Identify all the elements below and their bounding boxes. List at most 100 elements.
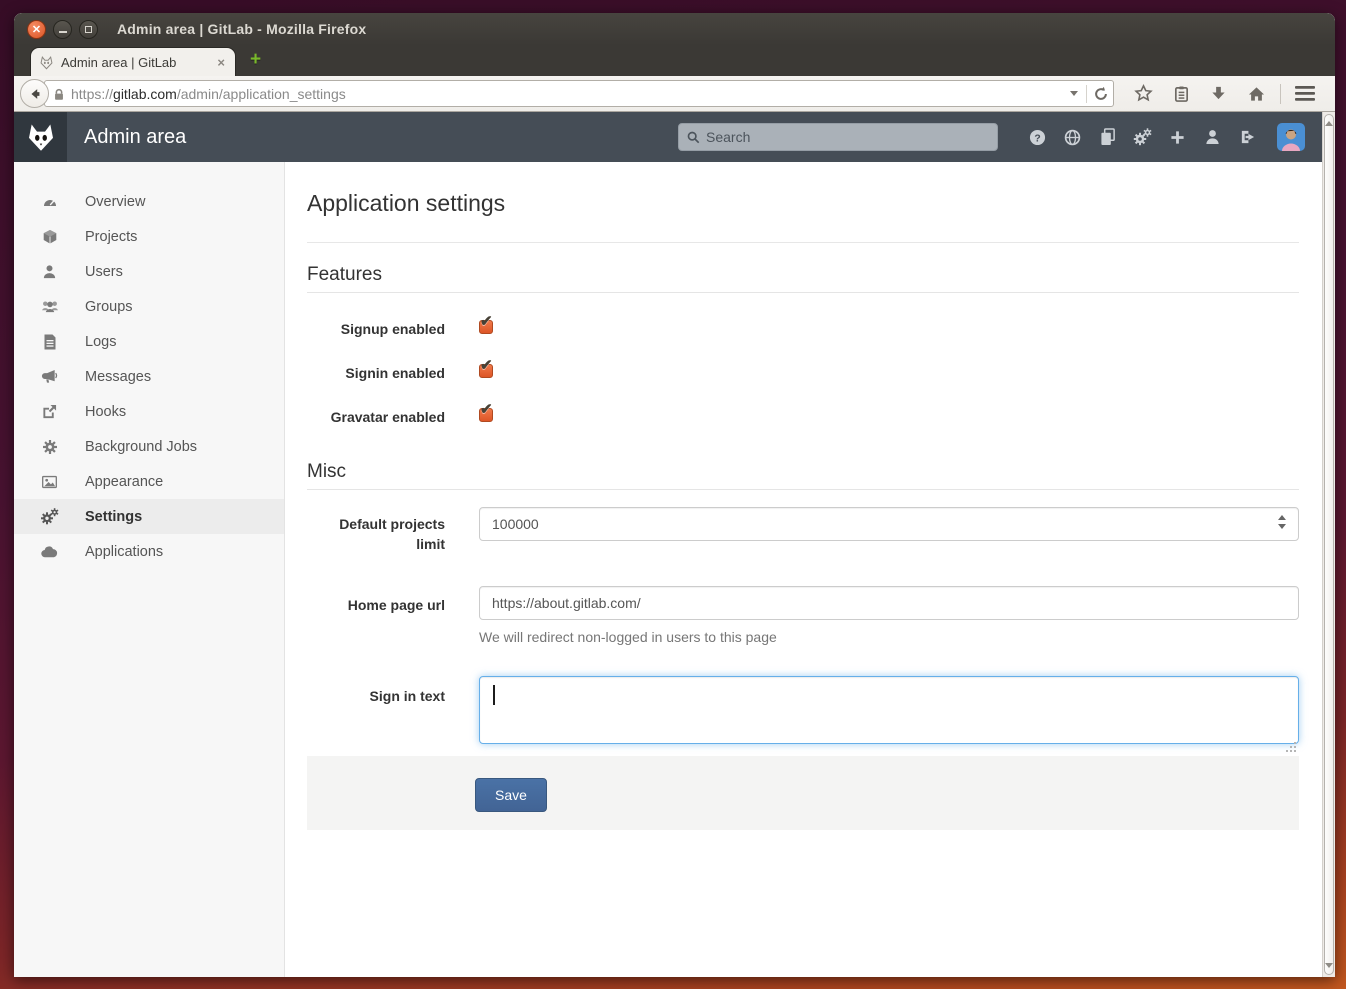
sidebar-item-groups[interactable]: Groups — [14, 289, 284, 324]
field-label: Default projects limit — [307, 507, 445, 555]
back-button[interactable] — [20, 79, 49, 108]
spinner-down-icon[interactable] — [1278, 524, 1286, 529]
svg-text:?: ? — [1034, 133, 1040, 144]
admin-sidebar: Overview Projects Users Groups Logs — [14, 162, 285, 977]
external-link-icon — [14, 404, 85, 419]
spinner-up-icon[interactable] — [1278, 515, 1286, 520]
check-icon: ✔ — [480, 400, 493, 418]
new-project-plus-icon[interactable] — [1160, 130, 1195, 145]
sidebar-item-users[interactable]: Users — [14, 254, 284, 289]
section-title-misc: Misc — [307, 461, 1299, 490]
toolbar-icons — [1124, 84, 1325, 104]
number-spinner[interactable] — [1278, 515, 1289, 529]
form-actions-bar: Save — [307, 756, 1299, 830]
home-icon[interactable] — [1237, 85, 1276, 102]
window-close-button[interactable]: ✕ — [27, 20, 46, 39]
window-maximize-button[interactable] — [79, 20, 98, 39]
section-title-features: Features — [307, 264, 1299, 293]
save-button[interactable]: Save — [475, 778, 547, 812]
home-page-url-input[interactable] — [479, 586, 1299, 620]
avatar[interactable] — [1277, 123, 1305, 151]
url-domain: gitlab.com — [113, 86, 177, 102]
cloud-icon — [14, 546, 85, 558]
file-text-icon — [14, 334, 85, 350]
default-projects-limit-input[interactable] — [479, 507, 1299, 541]
sidebar-item-label: Messages — [85, 369, 151, 385]
divider — [1280, 84, 1281, 104]
signin-enabled-checkbox[interactable]: ✔ — [479, 364, 493, 378]
sidebar-item-applications[interactable]: Applications — [14, 534, 284, 569]
url-scheme: https:// — [71, 86, 113, 102]
scroll-down-icon[interactable] — [1325, 963, 1333, 968]
search-input[interactable] — [706, 129, 989, 145]
menu-hamburger-icon[interactable] — [1285, 86, 1325, 101]
window-minimize-button[interactable] — [53, 20, 72, 39]
navigation-toolbar: https://gitlab.com/admin/application_set… — [14, 76, 1335, 112]
search-box[interactable] — [678, 123, 998, 151]
sidebar-item-label: Applications — [85, 544, 163, 560]
lock-icon — [52, 87, 66, 102]
sidebar-item-label: Logs — [85, 334, 116, 350]
group-icon — [14, 299, 85, 314]
profile-user-icon[interactable] — [1195, 129, 1230, 145]
browser-tab[interactable]: Admin area | GitLab × — [30, 47, 236, 76]
new-tab-button[interactable]: + — [250, 49, 261, 71]
vertical-scrollbar[interactable] — [1322, 112, 1335, 977]
sidebar-item-settings[interactable]: Settings — [14, 499, 284, 534]
field-label: Signup enabled — [307, 319, 445, 363]
tab-strip: Admin area | GitLab × + — [14, 45, 1335, 76]
main-content: Application settings Features Signup ena… — [285, 190, 1322, 830]
url-path: /admin/application_settings — [177, 86, 346, 102]
sidebar-item-projects[interactable]: Projects — [14, 219, 284, 254]
sidebar-item-appearance[interactable]: Appearance — [14, 464, 284, 499]
admin-gears-icon[interactable] — [1125, 128, 1160, 146]
cog-icon — [14, 439, 85, 455]
sidebar-item-label: Background Jobs — [85, 439, 197, 455]
form-row-gravatar-enabled: Gravatar enabled ✔ — [307, 407, 1299, 451]
dashboard-icon — [14, 194, 85, 210]
check-icon: ✔ — [480, 356, 493, 374]
sidebar-item-logs[interactable]: Logs — [14, 324, 284, 359]
search-icon — [687, 131, 700, 144]
help-icon[interactable]: ? — [1020, 129, 1055, 146]
tab-favicon-gitlab-fox-icon — [39, 55, 54, 70]
user-icon — [14, 264, 85, 279]
check-icon: ✔ — [480, 312, 493, 330]
scroll-up-icon[interactable] — [1325, 121, 1333, 126]
page-title: Application settings — [307, 190, 1299, 217]
form-row-home-page-url: Home page url We will redirect non-logge… — [307, 586, 1299, 645]
sidebar-item-background-jobs[interactable]: Background Jobs — [14, 429, 284, 464]
globe-icon[interactable] — [1055, 129, 1090, 146]
signup-enabled-checkbox[interactable]: ✔ — [479, 320, 493, 334]
firefox-window: ✕ Admin area | GitLab - Mozilla Firefox … — [14, 13, 1335, 977]
sign-out-icon[interactable] — [1230, 129, 1265, 145]
header-icon-group: ? — [1020, 128, 1265, 146]
tab-close-icon[interactable]: × — [215, 55, 227, 70]
field-label: Sign in text — [307, 676, 445, 749]
form-row-signin-enabled: Signin enabled ✔ — [307, 363, 1299, 407]
url-text[interactable]: https://gitlab.com/admin/application_set… — [71, 86, 1062, 102]
sidebar-item-label: Overview — [85, 194, 145, 210]
url-dropdown-caret-icon[interactable] — [1070, 91, 1078, 96]
minimize-icon — [59, 31, 67, 33]
url-bar[interactable]: https://gitlab.com/admin/application_set… — [44, 80, 1114, 107]
sign-in-text-textarea[interactable] — [479, 676, 1299, 744]
reload-icon[interactable] — [1093, 86, 1109, 102]
back-arrow-icon — [27, 86, 43, 102]
gitlab-logo-icon[interactable] — [14, 112, 67, 162]
cogs-icon — [14, 508, 85, 525]
textarea-resize-grip[interactable] — [1294, 742, 1296, 744]
bookmarks-menu-icon[interactable] — [1163, 85, 1200, 103]
copy-snippets-icon[interactable] — [1090, 128, 1125, 146]
scrollbar-thumb[interactable] — [1324, 114, 1334, 975]
downloads-icon[interactable] — [1200, 85, 1237, 102]
page-context-title: Admin area — [84, 126, 186, 149]
divider — [307, 242, 1299, 243]
sidebar-item-hooks[interactable]: Hooks — [14, 394, 284, 429]
bullhorn-icon — [14, 369, 85, 384]
window-titlebar[interactable]: ✕ Admin area | GitLab - Mozilla Firefox — [14, 13, 1335, 45]
sidebar-item-messages[interactable]: Messages — [14, 359, 284, 394]
sidebar-item-overview[interactable]: Overview — [14, 184, 284, 219]
bookmark-star-icon[interactable] — [1124, 84, 1163, 103]
gravatar-enabled-checkbox[interactable]: ✔ — [479, 408, 493, 422]
